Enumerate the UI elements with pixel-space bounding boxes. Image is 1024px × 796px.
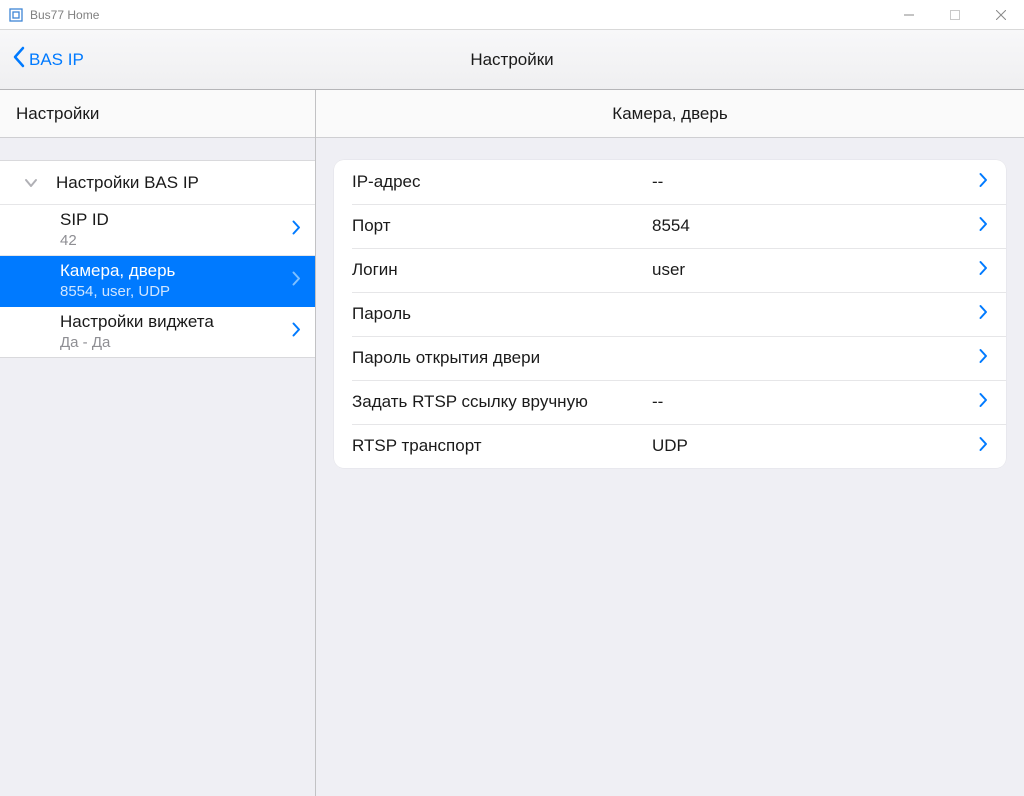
sidebar-heading: Настройки [0,90,315,138]
chevron-right-icon [979,392,988,413]
sidebar-group-header[interactable]: Настройки BAS IP [0,161,315,205]
app-icon [8,7,24,23]
setting-label: Порт [352,216,652,236]
setting-label: Задать RTSP ссылку вручную [352,392,652,412]
sidebar-item-sip-id[interactable]: SIP ID 42 [0,205,315,256]
setting-value: 8554 [652,216,979,236]
setting-row-manual-rtsp-link[interactable]: Задать RTSP ссылку вручную -- [334,380,1006,424]
chevron-right-icon [292,220,301,241]
chevron-right-icon [979,304,988,325]
sidebar-item-label: Настройки виджета [60,311,285,333]
titlebar: Bus77 Home [0,0,1024,30]
sidebar-heading-label: Настройки [16,104,99,124]
chevron-right-icon [979,260,988,281]
setting-label: Пароль открытия двери [352,348,652,368]
maximize-button[interactable] [932,0,978,30]
main-heading: Камера, дверь [316,90,1024,138]
settings-group: IP-адрес -- Порт 8554 Логин user [334,160,1006,468]
sidebar: Настройки Настройки BAS IP SIP ID 42 [0,90,316,796]
setting-value: -- [652,172,979,192]
setting-value: -- [652,392,979,412]
window-controls [886,0,1024,30]
nav-header: BAS IP Настройки [0,30,1024,90]
setting-row-ip-address[interactable]: IP-адрес -- [334,160,1006,204]
chevron-left-icon [12,46,25,73]
chevron-right-icon [979,348,988,369]
window-title: Bus77 Home [30,8,99,22]
chevron-right-icon [292,322,301,343]
chevron-down-icon [22,178,40,188]
main-heading-label: Камера, дверь [612,104,727,124]
setting-value: user [652,260,979,280]
close-button[interactable] [978,0,1024,30]
nav-title: Настройки [470,50,553,70]
setting-value: UDP [652,436,979,456]
chevron-right-icon [979,436,988,457]
main: Камера, дверь IP-адрес -- Порт 8554 [316,90,1024,796]
sidebar-item-sub: 8554, user, UDP [60,282,285,302]
setting-row-rtsp-transport[interactable]: RTSP транспорт UDP [334,424,1006,468]
minimize-button[interactable] [886,0,932,30]
back-button[interactable]: BAS IP [0,30,84,89]
sidebar-group-title: Настройки BAS IP [56,173,199,193]
sidebar-group: Настройки BAS IP SIP ID 42 Камера, дверь… [0,160,315,358]
setting-row-password[interactable]: Пароль [334,292,1006,336]
chevron-right-icon [292,271,301,292]
sidebar-body: Настройки BAS IP SIP ID 42 Камера, дверь… [0,138,315,796]
back-label: BAS IP [29,50,84,70]
setting-row-port[interactable]: Порт 8554 [334,204,1006,248]
setting-label: RTSP транспорт [352,436,652,456]
setting-row-door-open-password[interactable]: Пароль открытия двери [334,336,1006,380]
main-body: IP-адрес -- Порт 8554 Логин user [316,138,1024,796]
sidebar-item-widget-settings[interactable]: Настройки виджета Да - Да [0,307,315,357]
setting-label: Логин [352,260,652,280]
sidebar-item-label: Камера, дверь [60,260,285,282]
setting-label: Пароль [352,304,652,324]
chevron-right-icon [979,216,988,237]
sidebar-item-label: SIP ID [60,209,285,231]
chevron-right-icon [979,172,988,193]
sidebar-item-sub: 42 [60,231,285,251]
setting-row-login[interactable]: Логин user [334,248,1006,292]
sidebar-item-camera-door[interactable]: Камера, дверь 8554, user, UDP [0,256,315,307]
sidebar-item-sub: Да - Да [60,333,285,353]
setting-label: IP-адрес [352,172,652,192]
